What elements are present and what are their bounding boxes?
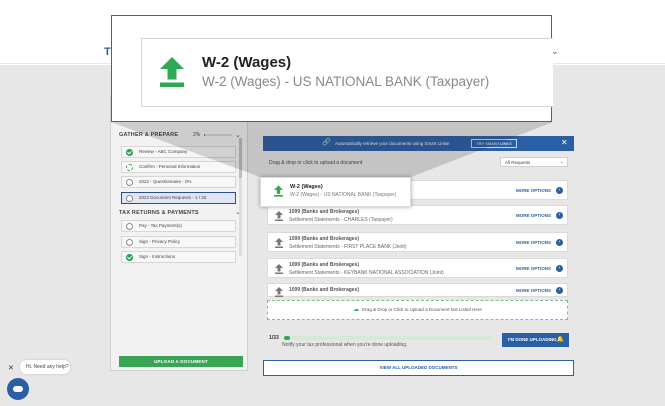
- task-document-requests[interactable]: 2022 Document Requests - 1 / 33: [121, 192, 236, 204]
- circle-icon: [126, 223, 133, 230]
- task-label: 2022 Document Requests - 1 / 33: [139, 195, 207, 200]
- highlighted-document-card[interactable]: W-2 (Wages) W-2 (Wages) - US NATIONAL BA…: [260, 177, 411, 207]
- task-label: Confirm - Personal Information: [139, 164, 201, 169]
- more-options-link[interactable]: MORE OPTIONS: [516, 213, 551, 218]
- check-icon: [126, 254, 133, 261]
- task-sidebar: GATHER & PREPARE 2% ⌄ Review - ABC Compa…: [110, 95, 248, 371]
- highlighted-document-subtitle: W-2 (Wages) - US NATIONAL BANK (Taxpayer…: [290, 192, 397, 198]
- chevron-right-icon[interactable]: ›: [556, 187, 563, 194]
- chevron-down-icon: ⌄: [559, 159, 564, 165]
- zoomed-document-subtitle: W-2 (Wages) - US NATIONAL BANK (Taxpayer…: [202, 74, 490, 89]
- upload-progress-bar: [284, 336, 493, 340]
- done-uploading-label: I'M DONE UPLOADING: [508, 337, 557, 342]
- task-sign-privacy[interactable]: Sign - Privacy Policy: [121, 236, 236, 248]
- circle-icon: [126, 195, 133, 202]
- chevron-right-icon[interactable]: ›: [556, 212, 563, 219]
- more-options-link[interactable]: MORE OPTIONS: [516, 240, 551, 245]
- bell-icon: 🔔: [556, 337, 564, 343]
- task-review[interactable]: Review - ABC Company: [121, 146, 236, 158]
- task-label: Sign - Privacy Policy: [139, 239, 181, 244]
- highlighted-document-title: W-2 (Wages): [290, 184, 323, 190]
- task-label: 2022 - Questionnaire - 0%: [139, 179, 192, 184]
- upload-arrow-icon: [275, 264, 283, 274]
- more-options-link[interactable]: MORE OPTIONS: [516, 288, 551, 293]
- gather-prepare-heading: GATHER & PREPARE: [119, 132, 179, 138]
- chevron-right-icon[interactable]: ›: [556, 239, 563, 246]
- circle-icon: [126, 179, 133, 186]
- drop-zone[interactable]: ☁ Drag & Drop or Click to Upload a Docume…: [267, 300, 568, 320]
- document-subtitle: Settlement Statements - FIRST PLACE BANK…: [289, 244, 407, 250]
- done-uploading-button[interactable]: I'M DONE UPLOADING 🔔: [502, 333, 569, 347]
- task-confirm-personal-info[interactable]: Confirm - Personal Information: [121, 161, 236, 173]
- request-filter-value: All Requests: [505, 160, 531, 165]
- tax-returns-heading: TAX RETURNS & PAYMENTS: [119, 210, 199, 216]
- drop-zone-text: Drag & Drop or Click to Upload a Documen…: [362, 307, 482, 312]
- task-questionnaire[interactable]: 2022 - Questionnaire - 0%: [121, 176, 236, 188]
- close-icon[interactable]: ✕: [8, 364, 14, 372]
- notify-text: Notify your tax professional when you're…: [282, 342, 408, 348]
- document-title: 1099 (Banks and Brokerages): [289, 209, 360, 215]
- document-request-card[interactable]: 1099 (Banks and Brokerages) MORE OPTIONS…: [267, 283, 568, 297]
- cloud-upload-icon: ☁: [353, 307, 360, 313]
- request-filter-select[interactable]: All Requests ⌄: [500, 157, 568, 167]
- upload-arrow-icon: [274, 185, 283, 197]
- chat-prompt[interactable]: Hi. Need any help?: [20, 360, 70, 374]
- upload-progress-count: 1/33: [269, 335, 279, 341]
- more-options-link[interactable]: MORE OPTIONS: [516, 188, 551, 193]
- upload-arrow-icon: [275, 238, 283, 248]
- chevron-right-icon[interactable]: ›: [556, 265, 563, 272]
- sidebar-scrollbar[interactable]: [239, 138, 242, 256]
- chevron-right-icon[interactable]: ›: [556, 287, 563, 294]
- link-icon: 🔗: [322, 139, 331, 146]
- circle-icon: [126, 239, 133, 246]
- view-all-documents-button[interactable]: VIEW ALL UPLOADED DOCUMENTS: [263, 360, 574, 376]
- more-options-link[interactable]: MORE OPTIONS: [516, 266, 551, 271]
- smart-links-text: Automatically retrieve your documents us…: [335, 141, 450, 146]
- gather-progress-percent: 2%: [193, 132, 201, 138]
- document-request-card[interactable]: 1099 (Banks and Brokerages) Settlement S…: [267, 232, 568, 252]
- document-subtitle: Settlement Statements - KEYBANK NATIONAL…: [289, 270, 444, 276]
- gather-progress-bar: [204, 134, 232, 136]
- task-label: Sign - Instructions: [139, 254, 176, 259]
- task-pay[interactable]: Pay - Tax Payment(s): [121, 220, 236, 232]
- partial-progress-icon: [126, 164, 133, 171]
- task-label: Pay - Tax Payment(s): [139, 223, 182, 228]
- document-title: 1099 (Banks and Brokerages): [289, 287, 360, 293]
- smart-links-banner: 🔗 Automatically retrieve your documents …: [263, 136, 574, 151]
- app-logo[interactable]: T: [104, 46, 111, 58]
- chat-launcher-button[interactable]: [7, 378, 29, 400]
- zoomed-document-card: W-2 (Wages) W-2 (Wages) - US NATIONAL BA…: [141, 38, 553, 107]
- document-subtitle: Settlement Statements - CHARLES (Taxpaye…: [289, 217, 393, 223]
- check-icon: [126, 149, 133, 156]
- try-smart-links-button[interactable]: TRY SMART LINKS: [471, 139, 517, 148]
- upload-document-button[interactable]: UPLOAD A DOCUMENT: [119, 356, 243, 367]
- upload-arrow-icon: [160, 57, 184, 87]
- task-label: Review - ABC Company: [139, 149, 188, 154]
- upload-instructions: Drag & drop or click to upload a documen…: [269, 160, 363, 166]
- task-sign-instructions[interactable]: Sign - Instructions: [121, 251, 236, 263]
- document-title: 1099 (Banks and Brokerages): [289, 262, 360, 268]
- upload-arrow-icon: [275, 287, 283, 297]
- close-icon[interactable]: ✕: [561, 138, 568, 148]
- document-request-card[interactable]: 1099 (Banks and Brokerages) Settlement S…: [267, 205, 568, 225]
- zoom-callout: W-2 (Wages) W-2 (Wages) - US NATIONAL BA…: [111, 15, 553, 122]
- document-title: 1099 (Banks and Brokerages): [289, 236, 360, 242]
- upload-arrow-icon: [275, 211, 283, 221]
- document-request-card[interactable]: 1099 (Banks and Brokerages) Settlement S…: [267, 258, 568, 278]
- zoomed-document-title: W-2 (Wages): [202, 54, 292, 71]
